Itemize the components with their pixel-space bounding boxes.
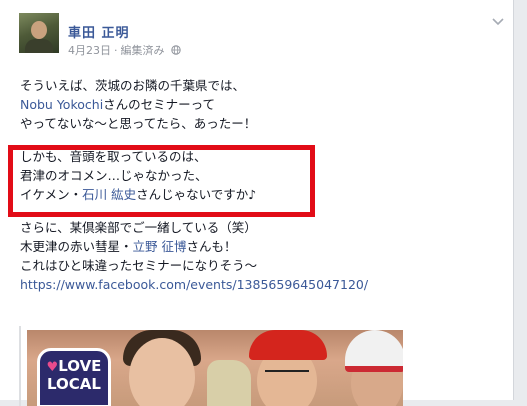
author-avatar[interactable]	[19, 13, 59, 53]
mention-link[interactable]: Nobu Yokochi	[20, 97, 103, 112]
post-text: さんのセミナーって	[103, 97, 216, 112]
globe-icon[interactable]	[170, 45, 181, 55]
heart-icon: ♥	[46, 360, 59, 375]
post-text: さんも！	[186, 239, 237, 254]
post-meta: 4月23日 · 編集済み	[68, 42, 181, 58]
post-card: 車田 正明 4月23日 · 編集済み そういえば、茨城のお隣の千葉県では、 No…	[0, 0, 514, 406]
post-line: やってないな～と思ってたら、あったー！	[20, 116, 257, 131]
event-url-link[interactable]: https://www.facebook.com/events/13856596…	[20, 275, 500, 294]
white-hat	[345, 330, 403, 372]
avatar-face	[31, 21, 47, 39]
post-line: さらに、某倶楽部でご一緒している（笑）	[20, 220, 257, 235]
chevron-down-icon[interactable]	[492, 18, 504, 26]
preview-image[interactable]: ♥LOVE LOCAL	[27, 330, 403, 406]
red-cap	[249, 330, 327, 360]
author-name[interactable]: 車田 正明	[68, 22, 130, 41]
edited-label[interactable]: 編集済み	[121, 42, 165, 58]
person-photo	[129, 338, 195, 406]
post-line: これはひと味違ったセミナーになりそう～	[20, 258, 258, 273]
glasses	[265, 370, 309, 380]
post-line: そういえば、茨城のお隣の千葉県では、	[20, 78, 246, 93]
highlight-box	[8, 145, 315, 217]
logo-text-love: LOVE	[58, 357, 102, 375]
love-local-logo: ♥LOVE LOCAL	[37, 348, 111, 406]
star-shape	[207, 360, 251, 406]
post-line: Nobu Yokochiさんのセミナーって	[20, 95, 500, 114]
link-preview[interactable]: ♥LOVE LOCAL	[19, 326, 403, 406]
meta-separator: ·	[114, 43, 118, 57]
post-line: 木更津の赤い彗星・立野 征博さんも！	[20, 237, 500, 256]
avatar-body	[25, 39, 53, 53]
mention-link[interactable]: 立野 征博	[133, 239, 187, 254]
post-text: 木更津の赤い彗星・	[20, 239, 133, 254]
post-date[interactable]: 4月23日	[68, 42, 111, 58]
logo-text-local: LOCAL	[47, 375, 101, 393]
